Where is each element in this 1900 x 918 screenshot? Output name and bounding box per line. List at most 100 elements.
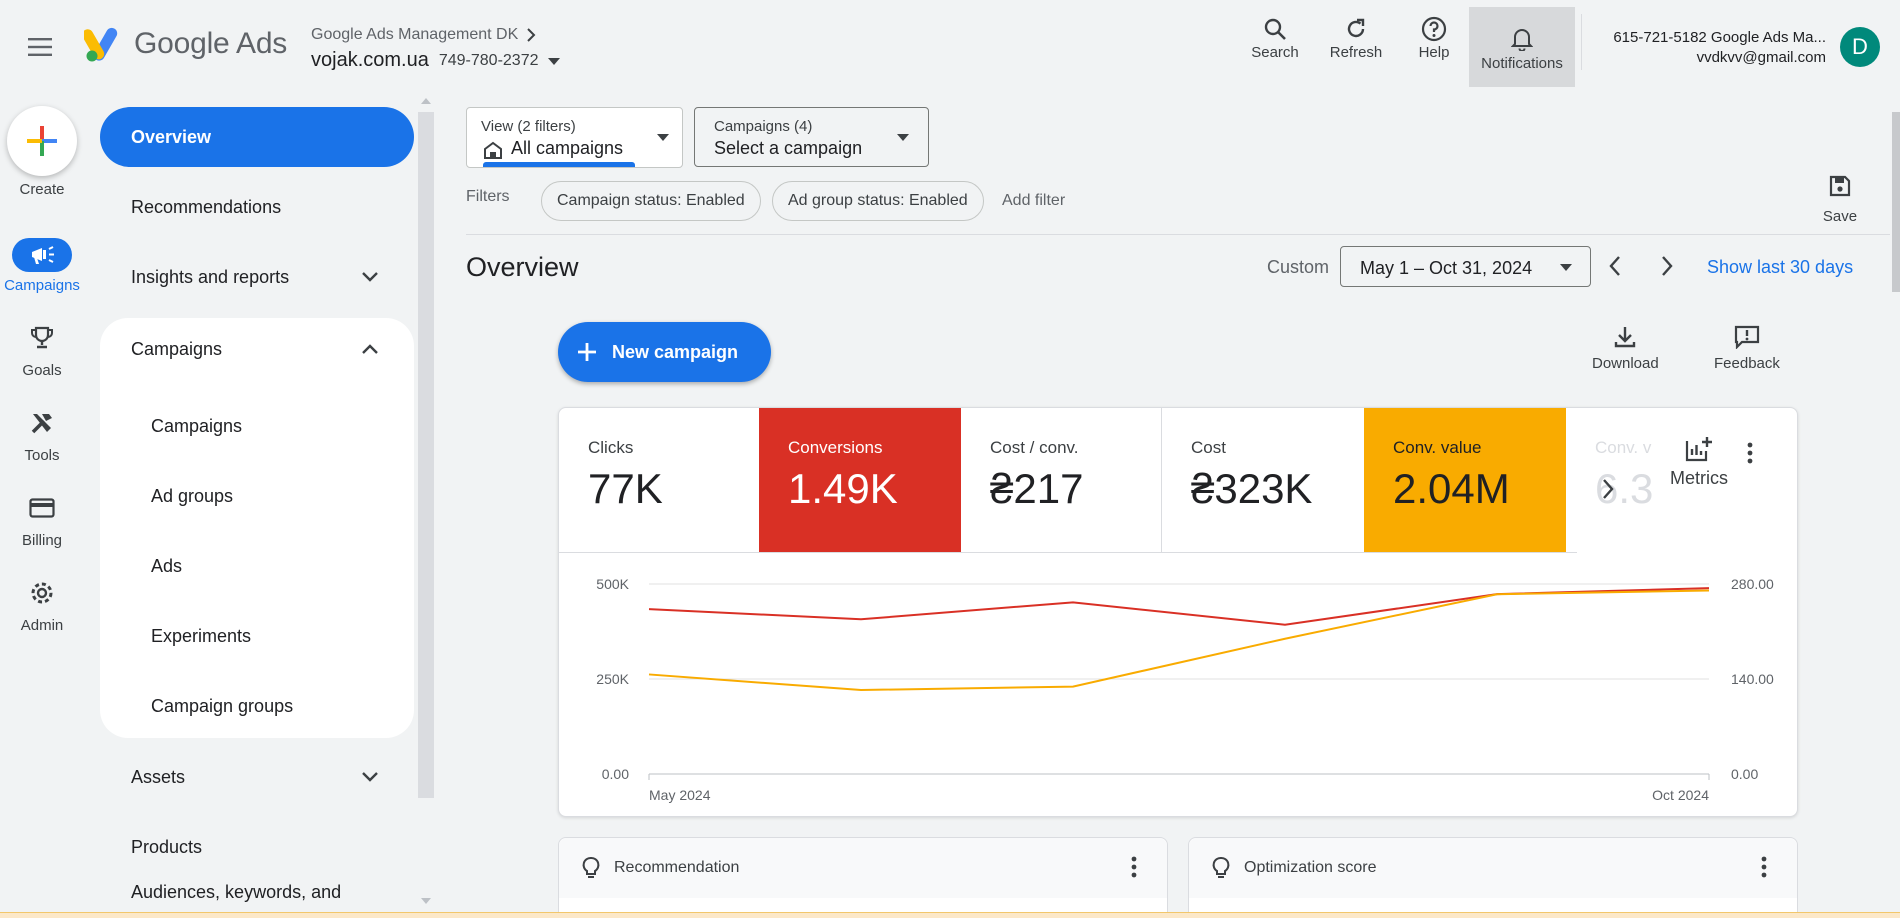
metric-tile-cost-per-conv[interactable]: Cost / conv. ₴217 <box>961 408 1161 553</box>
save-label: Save <box>1822 208 1858 225</box>
refresh-label: Refresh <box>1329 44 1383 61</box>
metric-label: Conv. v <box>1595 438 1652 457</box>
logo-text: Google Ads <box>134 27 288 60</box>
metrics-label: Metrics <box>1670 468 1728 488</box>
show-last-30-days-link[interactable]: Show last 30 days <box>1707 257 1853 278</box>
metric-label: Conv. value <box>1393 438 1482 457</box>
metric-tile-conv-value[interactable]: Conv. value 2.04M <box>1364 408 1566 553</box>
top-bar: Google Ads Google Ads Management DK voja… <box>0 0 1900 92</box>
metric-tile-conv-value-rate[interactable]: Conv. v 6.3 <box>1566 408 1666 553</box>
rail-goals[interactable] <box>21 322 63 354</box>
metric-label: Clicks <box>588 438 634 457</box>
series-line-1 <box>648 589 1710 692</box>
notifications-button[interactable]: Notifications <box>1469 7 1575 87</box>
nav-sub-ads[interactable]: Ads <box>151 556 182 577</box>
metric-tile-clicks[interactable]: Clicks 77K <box>559 408 759 553</box>
rail-campaigns-label[interactable]: Campaigns <box>0 277 84 294</box>
metric-tile-conversions[interactable]: Conversions 1.49K <box>759 408 961 553</box>
rail-billing[interactable] <box>21 492 63 524</box>
metrics-button[interactable]: Metrics <box>1659 436 1739 489</box>
nav-sub-experiments[interactable]: Experiments <box>151 626 251 647</box>
more-vert-icon[interactable] <box>1747 442 1753 464</box>
filters-divider <box>466 234 1890 235</box>
nav-assets[interactable]: Assets <box>100 746 414 808</box>
nav-overview[interactable]: Overview <box>100 107 414 167</box>
metric-tile-cost[interactable]: Cost ₴323K <box>1162 408 1364 553</box>
feedback-button[interactable]: Feedback <box>1714 325 1780 372</box>
view-active-bar <box>483 162 635 167</box>
feedback-label: Feedback <box>1714 355 1780 372</box>
rail-admin[interactable] <box>21 577 63 609</box>
metric-label: Conversions <box>788 438 883 457</box>
rail-campaigns[interactable] <box>12 238 72 272</box>
filters-label: Filters <box>466 188 510 205</box>
rail-billing-label[interactable]: Billing <box>0 532 84 549</box>
lightbulb-icon <box>1212 857 1230 878</box>
nav-scroll-up-icon[interactable] <box>421 98 431 104</box>
nav-audiences[interactable]: Audiences, keywords, and <box>100 872 414 912</box>
download-label: Download <box>1592 355 1659 372</box>
nav-campaigns-group: Campaigns Campaigns Ad groups Ads Experi… <box>100 318 414 738</box>
main-scrollbar[interactable] <box>1892 112 1900 292</box>
account-domain: vojak.com.ua <box>311 49 429 71</box>
date-next-icon[interactable] <box>1660 255 1674 277</box>
account-dropdown-icon[interactable] <box>548 52 561 70</box>
tools-icon <box>31 414 52 434</box>
download-button[interactable]: Download <box>1592 325 1659 372</box>
google-ads-logo[interactable]: Google Ads <box>84 26 287 62</box>
nav-sub-campaigns[interactable]: Campaigns <box>151 416 242 437</box>
x-tick-label: May 2024 <box>649 787 711 803</box>
avatar[interactable]: D <box>1840 27 1880 67</box>
more-vert-icon[interactable] <box>1131 856 1137 878</box>
add-filter-button[interactable]: Add filter <box>1002 192 1065 210</box>
create-button[interactable] <box>7 106 77 176</box>
help-button[interactable]: Help <box>1412 14 1456 68</box>
nav-products[interactable]: Products <box>100 816 414 878</box>
refresh-button[interactable]: Refresh <box>1326 14 1386 68</box>
view-selector[interactable]: View (2 filters) All campaigns <box>466 107 683 168</box>
nav-scroll-down-icon[interactable] <box>421 898 431 904</box>
date-dropdown-icon <box>1560 264 1572 271</box>
filter-chip-campaign-status[interactable]: Campaign status: Enabled <box>541 181 761 221</box>
tiles-next-icon[interactable] <box>1601 478 1615 500</box>
user-email: vvdkvv@gmail.com <box>1696 49 1826 66</box>
nav-sub-campaign-groups[interactable]: Campaign groups <box>151 696 293 717</box>
filter-chip-ad-group-status[interactable]: Ad group status: Enabled <box>772 181 984 221</box>
nav-scrollbar[interactable] <box>418 112 434 798</box>
add-chart-icon <box>1685 437 1712 462</box>
overview-performance-card: Clicks 77K Conversions 1.49K Cost / conv… <box>558 407 1798 817</box>
save-button[interactable]: Save <box>1818 174 1862 225</box>
download-icon <box>1615 327 1636 348</box>
metric-label: Cost <box>1191 438 1226 457</box>
gear-icon <box>31 582 53 604</box>
nav-assets-label: Assets <box>131 766 186 787</box>
rail-admin-label[interactable]: Admin <box>0 617 84 634</box>
account-switcher[interactable]: Google Ads Management DK vojak.com.ua 74… <box>311 26 561 72</box>
user-info[interactable]: 615-721-5182 Google Ads Ma... vvdkvv@gma… <box>1613 28 1826 68</box>
campaign-selector[interactable]: Campaigns (4) Select a campaign <box>694 107 929 167</box>
date-custom-label: Custom <box>1267 257 1330 277</box>
bell-icon <box>1511 28 1533 51</box>
search-button[interactable]: Search <box>1249 14 1301 68</box>
more-vert-icon[interactable] <box>1761 856 1767 878</box>
metric-value: 77K <box>588 465 663 512</box>
chevron-right-icon <box>527 28 536 42</box>
nav-recommendations[interactable]: Recommendations <box>100 176 414 238</box>
rail-tools-label[interactable]: Tools <box>0 447 84 464</box>
chevron-up-icon <box>362 344 378 354</box>
y-left-tick-label: 250K <box>596 671 629 687</box>
side-nav: Overview Recommendations Insights and re… <box>100 100 418 910</box>
date-range-picker[interactable]: May 1 – Oct 31, 2024 <box>1340 246 1591 287</box>
x-tick-label: Oct 2024 <box>1652 787 1709 803</box>
nav-insights[interactable]: Insights and reports <box>100 246 414 308</box>
refresh-icon <box>1347 18 1365 38</box>
metric-value: 1.49K <box>788 465 898 512</box>
nav-sub-ad-groups[interactable]: Ad groups <box>151 486 233 507</box>
rail-tools[interactable] <box>21 407 63 439</box>
nav-campaigns-header[interactable]: Campaigns <box>100 318 414 380</box>
hamburger-menu-icon[interactable] <box>22 28 60 66</box>
new-campaign-button[interactable]: New campaign <box>558 322 771 382</box>
chevron-down-icon <box>362 272 378 282</box>
rail-goals-label[interactable]: Goals <box>0 362 84 379</box>
date-prev-icon[interactable] <box>1608 255 1622 277</box>
